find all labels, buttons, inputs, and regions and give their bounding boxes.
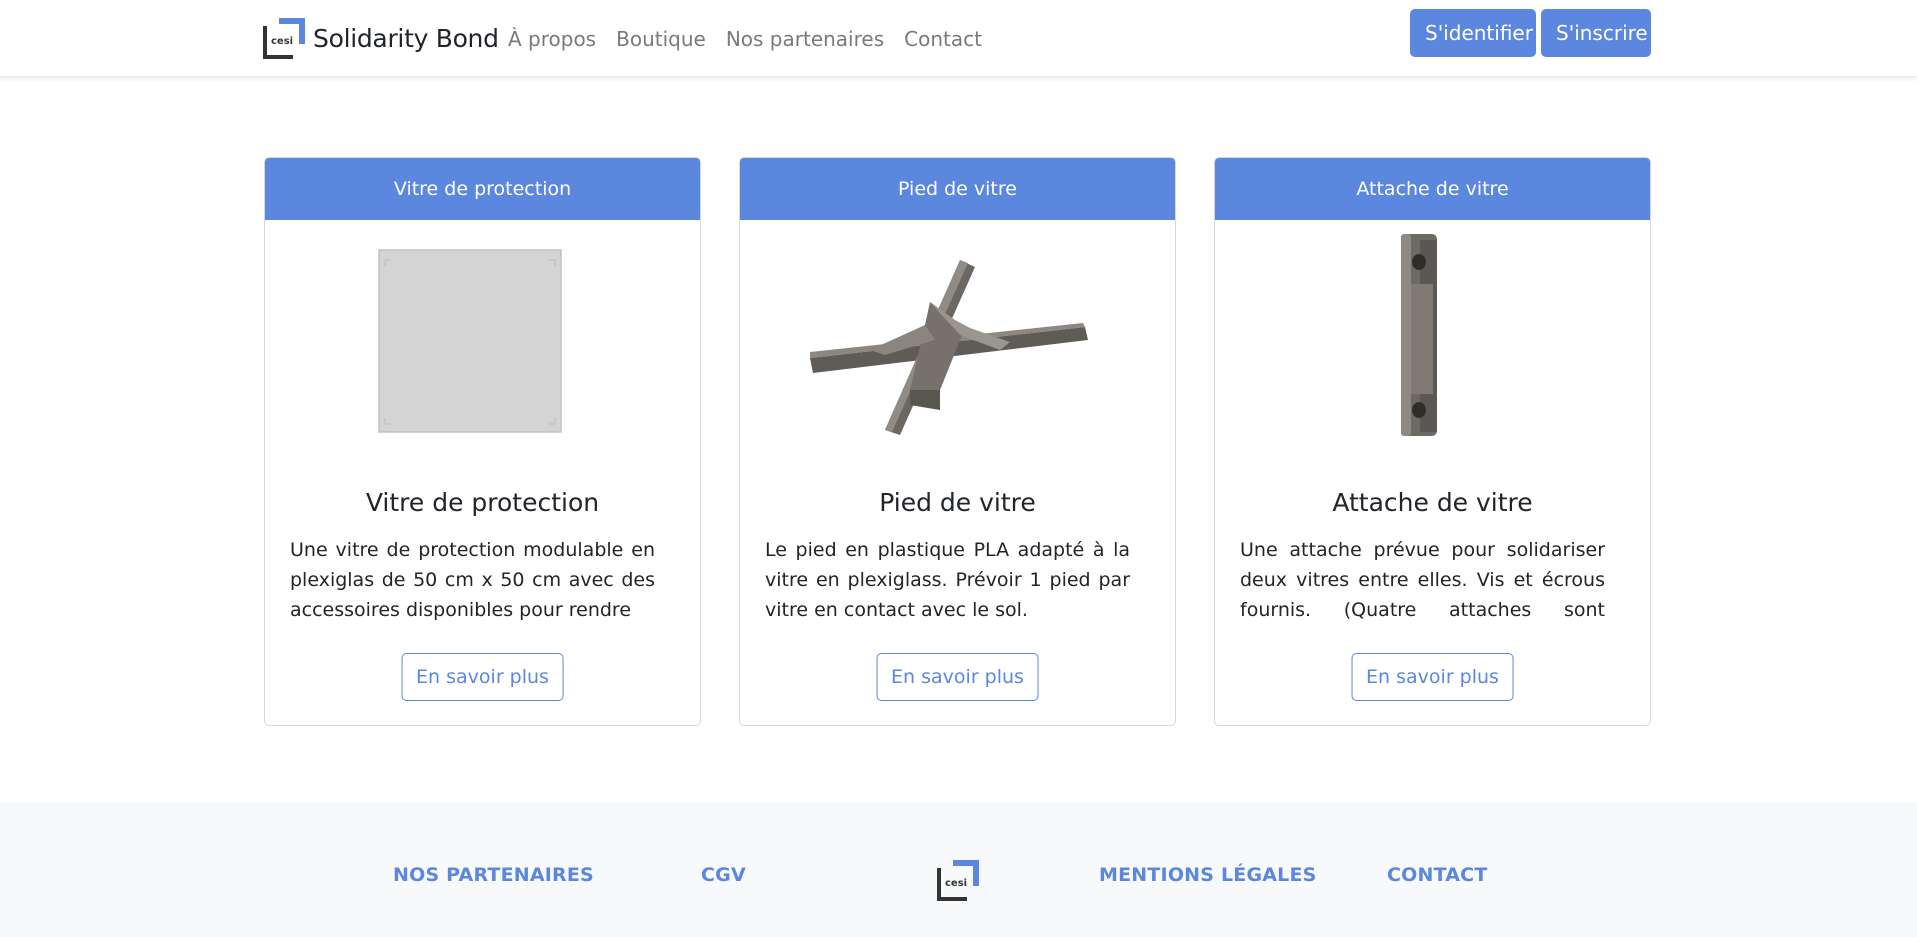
nav-links: À propos Boutique Nos partenaires Contac… — [508, 27, 1002, 51]
signup-button[interactable]: S'inscrire — [1541, 9, 1651, 57]
svg-text:cesi: cesi — [945, 878, 967, 889]
product-card-clip: Attache de vitre Attache de vitre Une at… — [1214, 157, 1651, 726]
login-button[interactable]: S'identifier — [1410, 9, 1536, 57]
learn-more-button[interactable]: En savoir plus — [1351, 653, 1514, 701]
card-title: Attache de vitre — [1332, 488, 1533, 517]
glass-clip-image — [1215, 220, 1650, 460]
card-header: Vitre de protection — [265, 158, 700, 220]
brand-name: Solidarity Bond — [313, 24, 499, 53]
card-description: Une vitre de protection modulable en ple… — [290, 539, 655, 621]
nav-link-partners[interactable]: Nos partenaires — [726, 27, 884, 51]
footer-link-cgv[interactable]: CGV — [701, 864, 746, 886]
footer-link-partners[interactable]: NOS PARTENAIRES — [393, 864, 594, 886]
card-title: Pied de vitre — [879, 488, 1036, 517]
card-header: Pied de vitre — [740, 158, 1175, 220]
card-header: Attache de vitre — [1215, 158, 1650, 220]
card-title: Vitre de protection — [365, 488, 600, 517]
product-card-glass: Vitre de protection Vitre de protection … — [264, 157, 701, 726]
cesi-logo-icon: cesi — [263, 18, 305, 59]
footer-link-contact[interactable]: CONTACT — [1387, 864, 1488, 886]
nav-link-shop[interactable]: Boutique — [616, 27, 706, 51]
learn-more-button[interactable]: En savoir plus — [876, 653, 1039, 701]
top-navbar: cesi Solidarity Bond À propos Boutique N… — [0, 0, 1917, 77]
nav-link-about[interactable]: À propos — [508, 27, 596, 51]
glass-panel-image — [265, 220, 700, 460]
cesi-footer-logo-icon: cesi — [937, 860, 979, 901]
footer: NOS PARTENAIRES CGV cesi MENTIONS LÉGALE… — [0, 802, 1917, 937]
glass-stand-image — [740, 220, 1175, 460]
learn-more-button[interactable]: En savoir plus — [401, 653, 564, 701]
footer-link-legal[interactable]: MENTIONS LÉGALES — [1099, 864, 1317, 886]
product-card-stand: Pied de vitre Pied de vitre Le pied en p… — [739, 157, 1176, 726]
brand-link[interactable]: cesi Solidarity Bond — [263, 18, 499, 59]
card-description: Une attache prévue pour solidariser deux… — [1240, 539, 1605, 621]
svg-text:cesi: cesi — [271, 36, 293, 47]
nav-link-contact[interactable]: Contact — [904, 27, 982, 51]
card-description: Le pied en plastique PLA adapté à la vit… — [765, 539, 1130, 621]
